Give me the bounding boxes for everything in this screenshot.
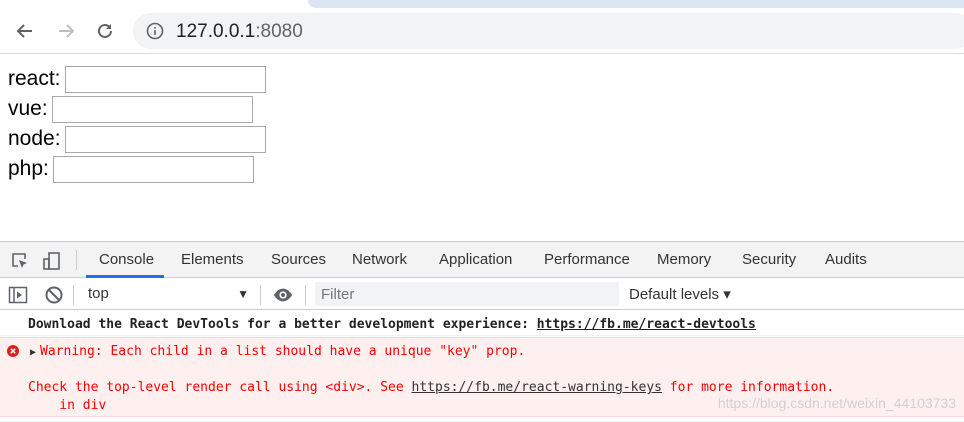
tab-strip-edge [308,0,964,8]
error-icon [7,345,19,357]
tab-network[interactable]: Network [352,251,407,268]
console-info-message: Download the React DevTools for a better… [0,311,964,336]
error-summary-text: Warning: Each child in a list should hav… [40,344,526,359]
forward-arrow-icon[interactable] [53,18,79,44]
tab-elements[interactable]: Elements [181,251,244,268]
vue-input[interactable] [51,95,253,123]
filterbar-divider [305,285,306,305]
reload-icon[interactable] [92,18,118,44]
console-messages: Download the React DevTools for a better… [0,311,964,422]
back-arrow-icon[interactable] [12,18,38,44]
watermark: https://blog.csdn.net/weixin_44103733 [717,395,956,411]
live-expression-eye-icon[interactable] [273,285,293,305]
console-filter-input[interactable] [315,282,619,306]
tab-strip [0,0,964,8]
levels-dropdown-arrow-icon: ▾ [723,286,731,303]
react-warning-keys-link[interactable]: https://fb.me/react-warning-keys [412,380,662,395]
expand-triangle-icon[interactable]: ▶ [30,347,36,358]
php-field-row: php: [8,155,254,183]
url-port: :8080 [255,21,303,42]
log-levels-dropdown[interactable]: Default levels ▾ [629,285,731,303]
react-label: react: [8,67,61,90]
show-sidebar-icon[interactable] [8,285,28,305]
device-toggle-icon[interactable] [41,250,63,272]
filterbar-divider [73,285,74,305]
vue-field-row: vue: [8,95,253,123]
tab-sources[interactable]: Sources [271,251,326,268]
error-stack-line: in div [28,398,107,413]
error-detail: Check the top-level render call using <d… [28,380,834,395]
dropdown-arrow-icon: ▼ [237,287,249,301]
inspect-element-icon[interactable] [9,250,31,272]
devtools-tabbar: Console Elements Sources Network Applica… [0,242,964,278]
clear-console-icon[interactable] [44,285,64,305]
url-text: 127.0.0.1:8080 [176,21,303,43]
react-input[interactable] [64,65,266,93]
node-field-row: node: [8,125,266,153]
console-filter-bar: top ▼ Default levels ▾ [0,279,964,310]
react-devtools-link[interactable]: https://fb.me/react-devtools [537,317,756,332]
browser-toolbar: 127.0.0.1:8080 [0,8,964,54]
node-label: node: [8,127,61,150]
active-tab-indicator [86,275,164,278]
tab-performance[interactable]: Performance [544,251,630,268]
devtools-panel: Console Elements Sources Network Applica… [0,241,964,422]
node-input[interactable] [64,125,266,153]
url-host: 127.0.0.1 [176,21,256,42]
info-icon[interactable] [146,22,164,45]
tab-memory[interactable]: Memory [657,251,711,268]
info-message-text: Download the React DevTools for a better… [28,317,537,332]
page-content: react: vue: node: php: [0,55,964,240]
log-levels-label: Default levels [629,286,720,303]
address-bar[interactable]: 127.0.0.1:8080 [133,13,964,49]
context-value: top [88,285,109,302]
tabbar-divider [76,250,77,270]
react-field-row: react: [8,65,266,93]
php-label: php: [8,157,49,180]
console-error-message: ▶ Warning: Each child in a list should ha… [0,337,964,417]
error-summary[interactable]: ▶ Warning: Each child in a list should ha… [30,344,525,359]
error-detail-prefix: Check the top-level render call using <d… [28,380,412,395]
tab-console[interactable]: Console [99,251,154,268]
error-detail-suffix: for more information. [661,380,835,395]
tab-application[interactable]: Application [439,251,512,268]
context-selector[interactable]: top ▼ [79,282,255,306]
php-input[interactable] [52,155,254,183]
tab-audits[interactable]: Audits [825,251,867,268]
filterbar-divider [260,285,261,305]
tab-security[interactable]: Security [742,251,796,268]
vue-label: vue: [8,97,48,120]
